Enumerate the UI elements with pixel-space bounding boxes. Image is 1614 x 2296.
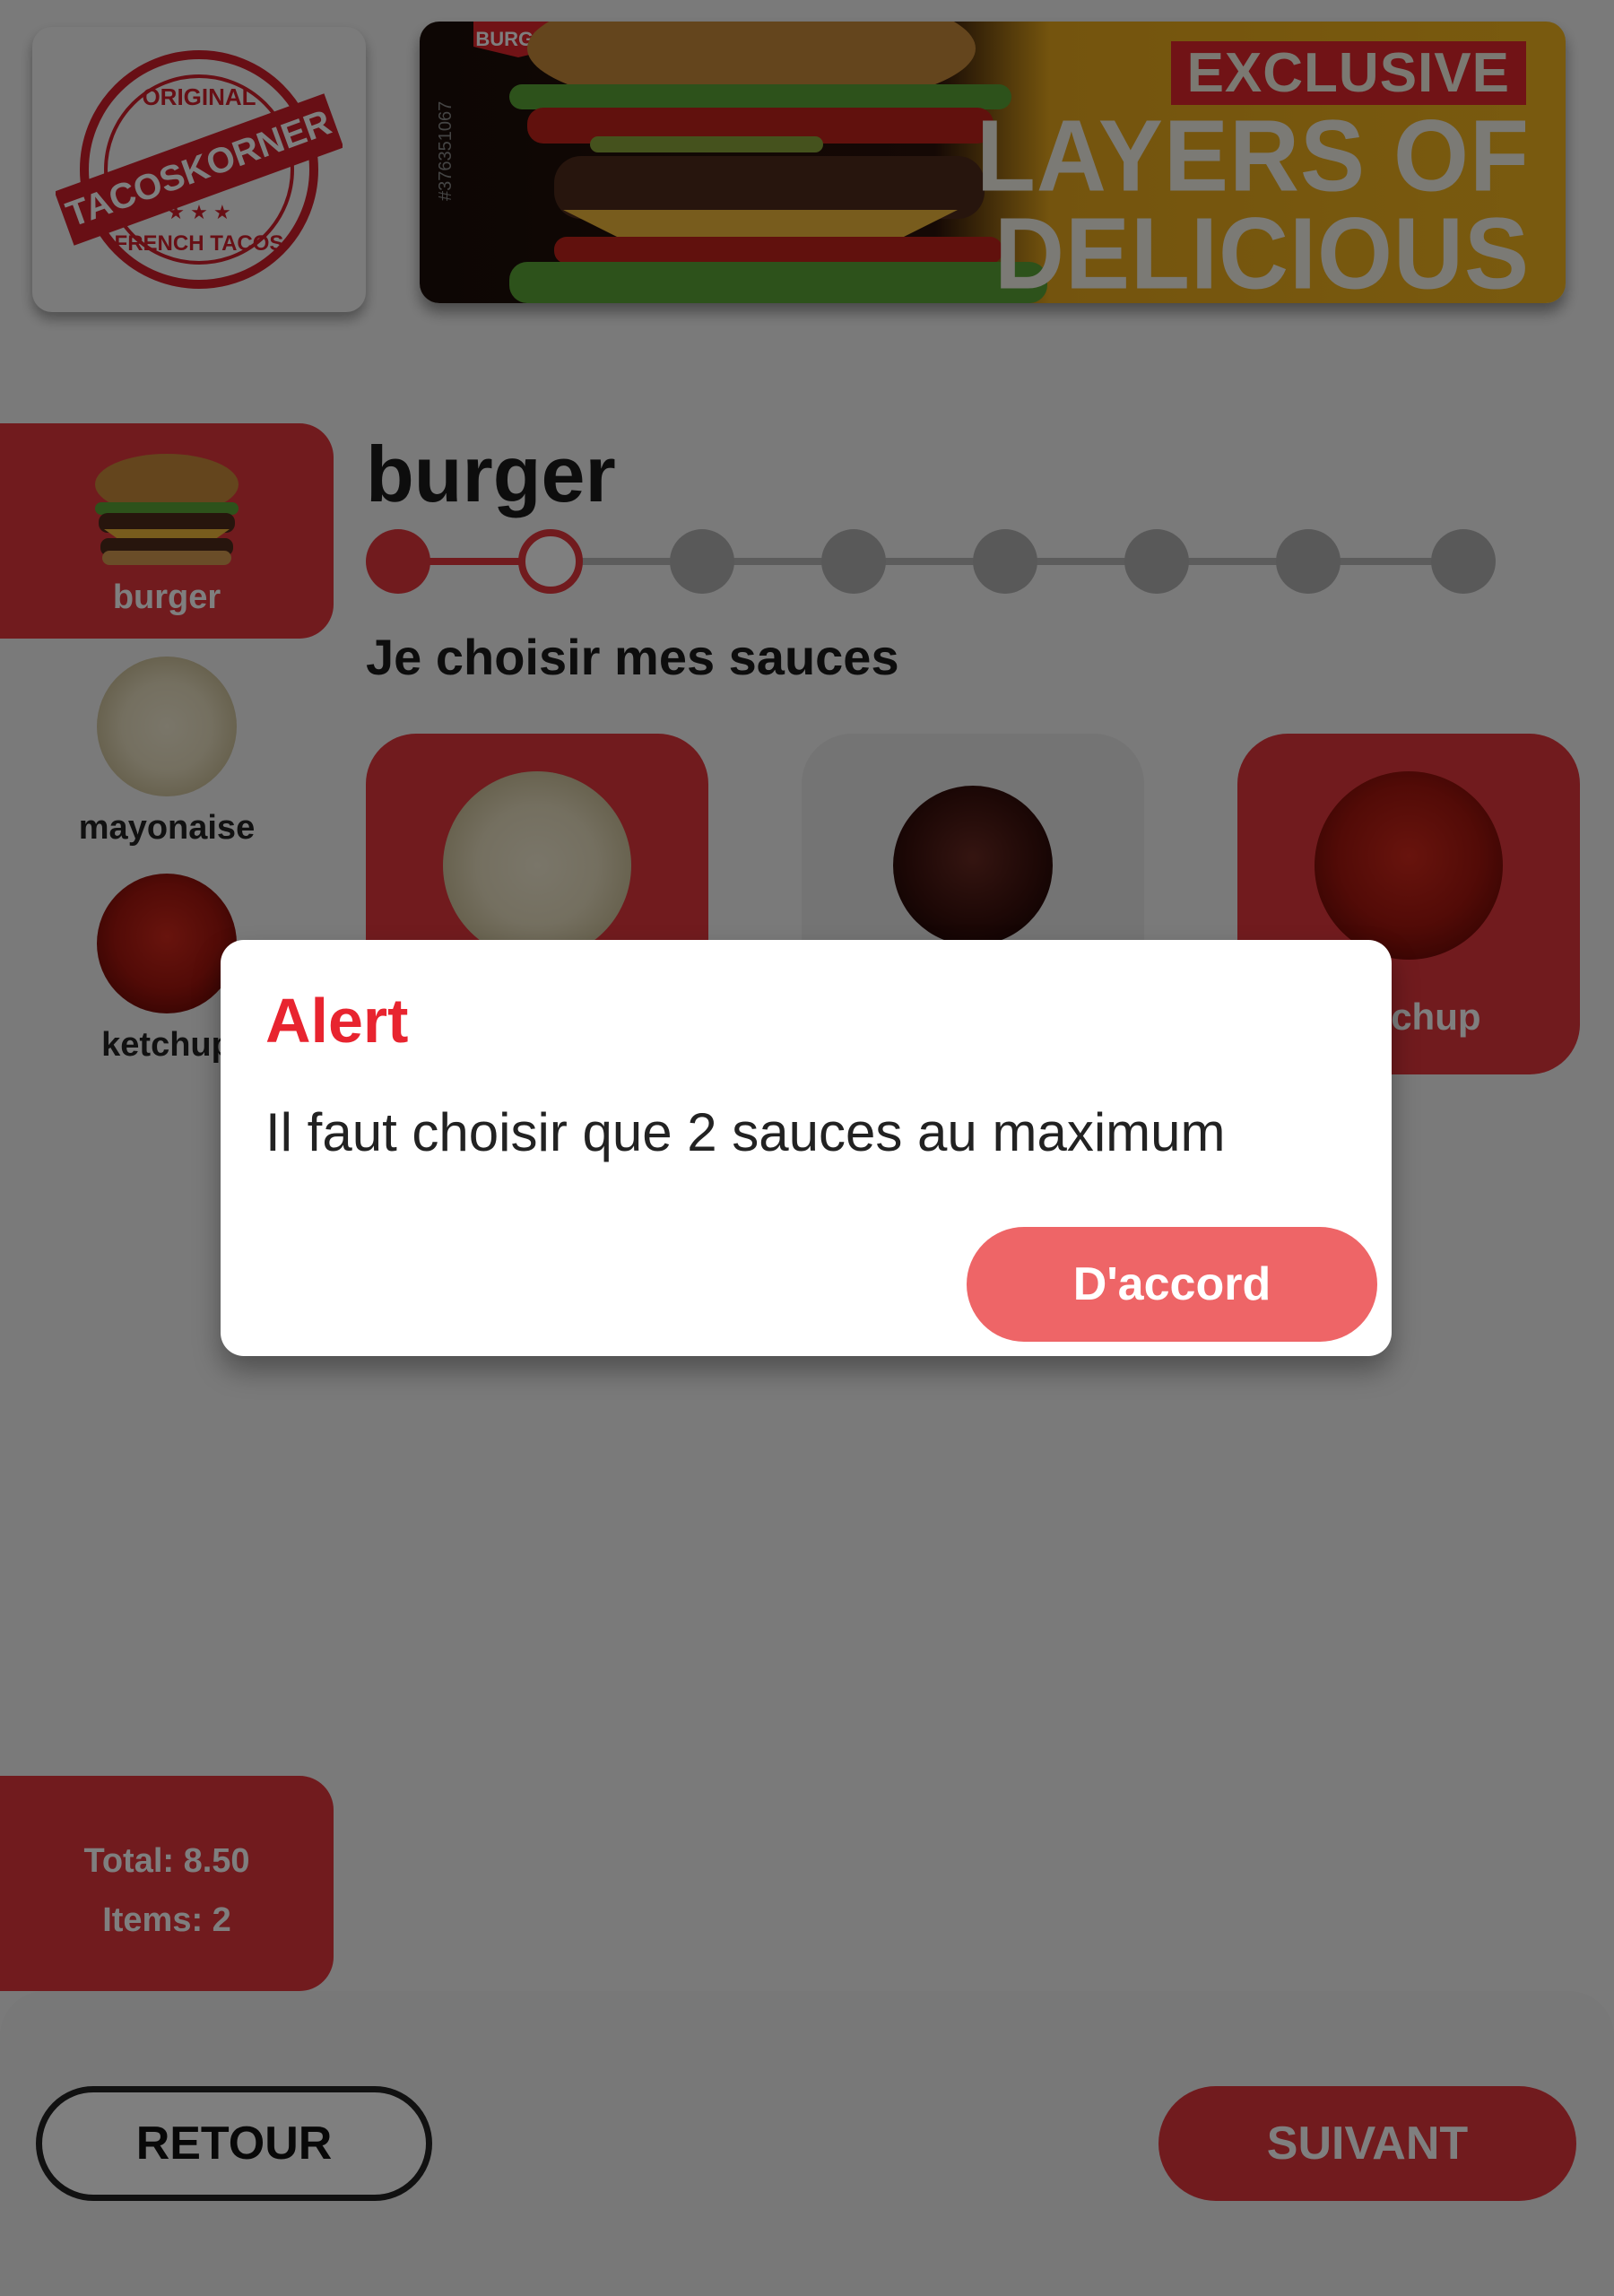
app-root: ORIGINAL TACOSKORNER ★ ★ ★ FRENCH TACOS … (0, 0, 1614, 2296)
alert-title: Alert (265, 986, 409, 1056)
confirm-button[interactable]: D'accord (967, 1227, 1377, 1342)
alert-message: Il faut choisir que 2 sauces au maximum (265, 1102, 1226, 1162)
alert-dialog: Alert Il faut choisir que 2 sauces au ma… (221, 940, 1392, 1356)
